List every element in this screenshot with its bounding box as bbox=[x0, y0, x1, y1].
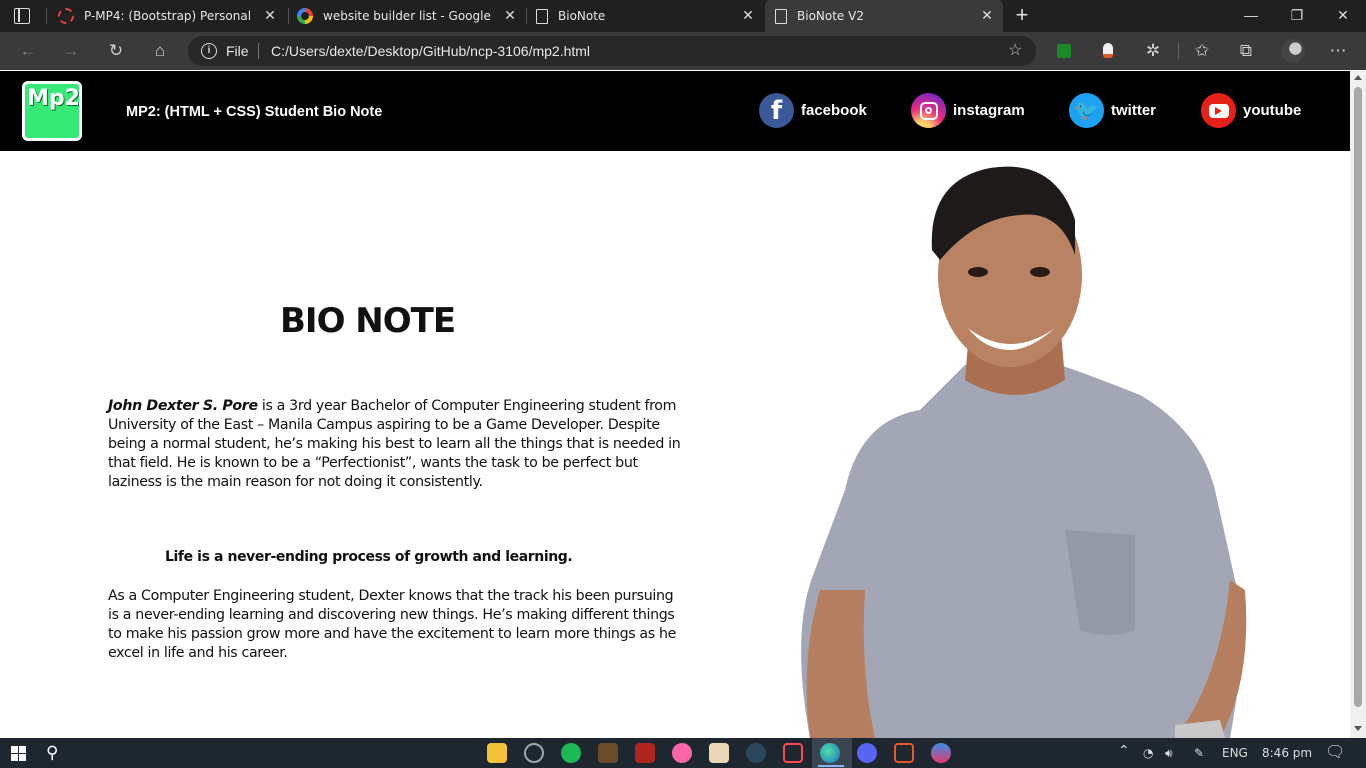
document-icon bbox=[775, 8, 787, 24]
back-button[interactable]: ← bbox=[13, 38, 43, 64]
extension-bulb-icon[interactable] bbox=[1103, 43, 1113, 58]
portrait-photo bbox=[801, 166, 1247, 738]
dota-icon[interactable] bbox=[635, 743, 655, 763]
tab-title: BioNote bbox=[558, 9, 606, 23]
taskbar: ⚲ ⌃ ◔ 🔊︎ ✎ ENG 8:46 pm 🗨︎ bbox=[0, 738, 1366, 768]
extension-green-icon[interactable] bbox=[1057, 44, 1071, 58]
close-icon[interactable]: ✕ bbox=[262, 8, 278, 24]
close-icon[interactable]: ✕ bbox=[740, 8, 756, 24]
extensions-puzzle-icon[interactable]: ✲ bbox=[1138, 38, 1168, 64]
minimize-button[interactable]: — bbox=[1228, 0, 1274, 32]
tab-google-search[interactable]: website builder list - Google Sea ✕ bbox=[290, 0, 526, 32]
twitter-icon: 🐦 bbox=[1069, 93, 1104, 128]
refresh-button[interactable]: ↻ bbox=[101, 38, 131, 64]
tab-bionote-v2[interactable]: BioNote V2 ✕ bbox=[765, 0, 1003, 32]
logo-text: Mp2 bbox=[27, 86, 80, 111]
edge-underline bbox=[818, 765, 844, 767]
tab-title: BioNote V2 bbox=[797, 9, 864, 23]
tab-actions-icon[interactable] bbox=[14, 8, 30, 24]
more-menu-icon[interactable]: ⋯ bbox=[1323, 38, 1353, 64]
tab-separator bbox=[526, 8, 527, 24]
tab-bionote[interactable]: BioNote ✕ bbox=[528, 0, 764, 32]
start-button-icon[interactable] bbox=[11, 746, 26, 761]
tab-title: P-MP4: (Bootstrap) Personal Port bbox=[84, 9, 256, 23]
url-text[interactable]: C:/Users/dexte/Desktop/GitHub/ncp-3106/m… bbox=[271, 43, 590, 59]
favorites-icon[interactable]: ✩ bbox=[1187, 38, 1217, 64]
game-launcher-icon[interactable] bbox=[709, 743, 729, 763]
language-indicator[interactable]: ENG bbox=[1222, 746, 1248, 760]
volume-icon[interactable]: 🔊︎ bbox=[1165, 746, 1173, 761]
edge-icon[interactable] bbox=[820, 743, 840, 763]
bio-heading: BIO NOTE bbox=[280, 301, 456, 341]
bio-quote: Life is a never-ending process of growth… bbox=[165, 549, 573, 565]
office-icon[interactable] bbox=[894, 743, 914, 763]
forward-button[interactable]: → bbox=[56, 38, 86, 64]
address-bar[interactable]: i File C:/Users/dexte/Desktop/GitHub/ncp… bbox=[188, 36, 1036, 66]
wifi-icon[interactable]: ◔ bbox=[1143, 746, 1153, 760]
facebook-link[interactable]: f facebook bbox=[759, 93, 867, 128]
close-window-button[interactable]: ✕ bbox=[1320, 0, 1366, 32]
scroll-up-icon[interactable] bbox=[1354, 75, 1362, 80]
site-title: MP2: (HTML + CSS) Student Bio Note bbox=[126, 104, 383, 120]
student-name: John Dexter S. Pore bbox=[108, 398, 258, 414]
tab-separator bbox=[288, 8, 289, 24]
tab-title: website builder list - Google Sea bbox=[323, 9, 495, 23]
scheme-label: File bbox=[226, 43, 249, 59]
document-icon bbox=[536, 8, 548, 24]
restore-button[interactable]: ❐ bbox=[1274, 0, 1320, 32]
tab-pmp4[interactable]: P-MP4: (Bootstrap) Personal Port ✕ bbox=[50, 0, 286, 32]
tab-strip: P-MP4: (Bootstrap) Personal Port ✕ websi… bbox=[0, 0, 1366, 32]
search-icon[interactable]: ⚲ bbox=[46, 743, 58, 763]
instagram-icon bbox=[911, 93, 946, 128]
info-icon[interactable]: i bbox=[201, 43, 217, 59]
home-button[interactable]: ⌂ bbox=[145, 38, 175, 64]
new-tab-button[interactable]: + bbox=[1010, 4, 1034, 28]
profile-avatar[interactable] bbox=[1281, 39, 1305, 63]
file-explorer-icon[interactable] bbox=[487, 743, 507, 763]
youtube-link[interactable]: youtube bbox=[1201, 93, 1301, 128]
steam-icon[interactable] bbox=[746, 743, 766, 763]
bio-paragraph-2: As a Computer Engineering student, Dexte… bbox=[108, 588, 676, 661]
app-drop-icon[interactable] bbox=[931, 743, 951, 763]
scroll-down-icon[interactable] bbox=[1354, 726, 1362, 731]
youtube-label: youtube bbox=[1243, 102, 1302, 119]
pen-icon[interactable]: ✎ bbox=[1194, 746, 1204, 760]
chevron-up-icon[interactable]: ⌃ bbox=[1118, 743, 1130, 759]
facebook-icon: f bbox=[759, 93, 794, 128]
tab-separator bbox=[46, 8, 47, 24]
google-icon bbox=[297, 8, 313, 24]
page-scrollbar[interactable] bbox=[1350, 71, 1366, 738]
twitter-label: twitter bbox=[1111, 102, 1156, 119]
loading-ring-icon bbox=[58, 8, 74, 24]
twitter-link[interactable]: 🐦 twitter bbox=[1069, 93, 1156, 128]
bio-paragraph-1: John Dexter S. Pore is a 3rd year Bachel… bbox=[108, 397, 683, 492]
youtube-icon bbox=[1201, 93, 1236, 128]
notification-icon[interactable]: 🗨︎ bbox=[1325, 742, 1345, 761]
close-icon[interactable]: ✕ bbox=[979, 8, 995, 24]
instagram-link[interactable]: instagram bbox=[911, 93, 1025, 128]
site-logo[interactable]: Mp2 bbox=[22, 81, 82, 141]
navigation-bar: ← → ↻ ⌂ i File C:/Users/dexte/Desktop/Gi… bbox=[0, 32, 1366, 70]
osu-icon[interactable] bbox=[672, 743, 692, 763]
toolbar-separator bbox=[1178, 43, 1179, 59]
address-separator bbox=[258, 43, 259, 59]
steam-like-icon[interactable] bbox=[524, 743, 544, 763]
clock-time[interactable]: 8:46 pm bbox=[1262, 746, 1312, 760]
minecraft-icon[interactable] bbox=[598, 743, 618, 763]
valorant-icon[interactable] bbox=[783, 743, 803, 763]
scrollbar-thumb[interactable] bbox=[1354, 87, 1362, 707]
site-header: Mp2 MP2: (HTML + CSS) Student Bio Note f… bbox=[0, 71, 1350, 151]
spotify-icon[interactable] bbox=[561, 743, 581, 763]
discord-icon[interactable] bbox=[857, 743, 877, 763]
facebook-label: facebook bbox=[801, 102, 867, 119]
favorite-star-icon[interactable]: ☆ bbox=[1008, 40, 1022, 60]
collections-icon[interactable]: ⧉ bbox=[1231, 38, 1261, 64]
close-icon[interactable]: ✕ bbox=[502, 8, 518, 24]
instagram-label: instagram bbox=[953, 102, 1025, 119]
